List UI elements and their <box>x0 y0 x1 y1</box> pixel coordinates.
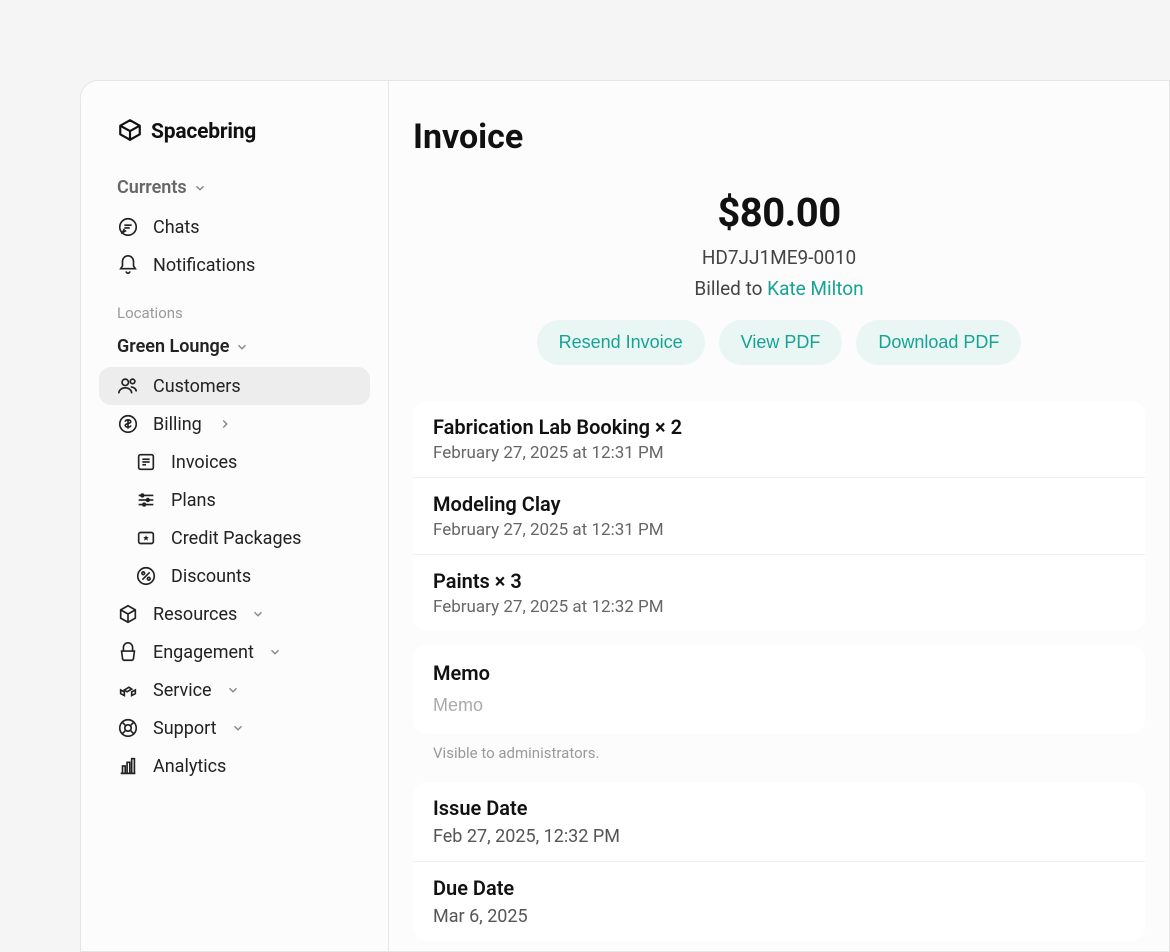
chevron-down-icon <box>251 607 265 621</box>
sidebar-section-locations: Locations <box>99 284 370 330</box>
brand: Spacebring <box>99 109 370 171</box>
sidebar-item-label: Analytics <box>153 756 226 777</box>
sidebar-item-label: Credit Packages <box>171 528 301 549</box>
line-item-timestamp: February 27, 2025 at 12:31 PM <box>433 443 1125 463</box>
view-pdf-button[interactable]: View PDF <box>719 320 843 365</box>
sidebar-item-credit-packages[interactable]: Credit Packages <box>99 519 370 557</box>
app-frame: Spacebring Currents Chats Notifications … <box>80 80 1170 952</box>
brand-name: Spacebring <box>151 120 256 144</box>
chevron-down-icon <box>235 340 249 354</box>
memo-input[interactable] <box>433 695 1125 716</box>
chevron-down-icon <box>226 683 240 697</box>
sidebar-item-label: Discounts <box>171 566 251 587</box>
line-item-timestamp: February 27, 2025 at 12:31 PM <box>433 520 1125 540</box>
sidebar-item-label: Resources <box>153 604 237 625</box>
sidebar-item-label: Support <box>153 718 217 739</box>
line-item[interactable]: Paints × 3 February 27, 2025 at 12:32 PM <box>413 555 1145 631</box>
sidebar-item-notifications[interactable]: Notifications <box>99 246 370 284</box>
chevron-right-icon <box>218 417 232 431</box>
memo-card: Memo <box>413 645 1145 734</box>
main-content: Invoice $80.00 HD7JJ1ME9-0010 Billed to … <box>389 81 1169 951</box>
plans-icon <box>135 489 157 511</box>
line-item-timestamp: February 27, 2025 at 12:32 PM <box>433 597 1125 617</box>
line-item-title: Paints × 3 <box>433 569 1125 593</box>
sidebar-item-engagement[interactable]: Engagement <box>99 633 370 671</box>
bell-icon <box>117 254 139 276</box>
sidebar-item-label: Chats <box>153 217 200 238</box>
location-switcher[interactable]: Green Lounge <box>99 330 370 367</box>
sidebar-item-service[interactable]: Service <box>99 671 370 709</box>
chevron-down-icon <box>268 645 282 659</box>
invoice-amount: $80.00 <box>413 189 1145 236</box>
issue-date-value: Feb 27, 2025, 12:32 PM <box>433 826 1125 847</box>
line-item[interactable]: Fabrication Lab Booking × 2 February 27,… <box>413 401 1145 478</box>
sidebar-item-resources[interactable]: Resources <box>99 595 370 633</box>
sidebar-item-label: Notifications <box>153 255 255 276</box>
sidebar-item-label: Billing <box>153 414 202 435</box>
support-icon <box>117 717 139 739</box>
invoice-header: $80.00 HD7JJ1ME9-0010 Billed to Kate Mil… <box>389 177 1169 387</box>
credit-packages-icon <box>135 527 157 549</box>
line-item[interactable]: Modeling Clay February 27, 2025 at 12:31… <box>413 478 1145 555</box>
due-date-value: Mar 6, 2025 <box>433 906 1125 927</box>
issue-date-row[interactable]: Issue Date Feb 27, 2025, 12:32 PM <box>413 782 1145 862</box>
sidebar-item-label: Service <box>153 680 212 701</box>
sidebar-item-label: Customers <box>153 376 241 397</box>
invoices-icon <box>135 451 157 473</box>
workspace-switcher[interactable]: Currents <box>99 171 370 208</box>
memo-hint: Visible to administrators. <box>389 734 1169 762</box>
download-pdf-button[interactable]: Download PDF <box>856 320 1021 365</box>
invoice-actions: Resend Invoice View PDF Download PDF <box>413 320 1145 365</box>
billed-to: Billed to Kate Milton <box>413 277 1145 300</box>
sidebar-item-support[interactable]: Support <box>99 709 370 747</box>
billing-icon <box>117 413 139 435</box>
analytics-icon <box>117 755 139 777</box>
dates-card: Issue Date Feb 27, 2025, 12:32 PM Due Da… <box>413 782 1145 941</box>
sidebar-item-invoices[interactable]: Invoices <box>99 443 370 481</box>
chevron-down-icon <box>231 721 245 735</box>
page-title: Invoice <box>389 111 1169 177</box>
billed-to-link[interactable]: Kate Milton <box>767 277 863 300</box>
line-item-title: Modeling Clay <box>433 492 1125 516</box>
sidebar-item-chats[interactable]: Chats <box>99 208 370 246</box>
sidebar-item-label: Invoices <box>171 452 237 473</box>
sidebar: Spacebring Currents Chats Notifications … <box>81 81 389 951</box>
brand-logo-icon <box>117 117 143 147</box>
issue-date-label: Issue Date <box>433 796 1125 820</box>
sidebar-item-label: Plans <box>171 490 216 511</box>
sidebar-item-discounts[interactable]: Discounts <box>99 557 370 595</box>
sidebar-item-analytics[interactable]: Analytics <box>99 747 370 785</box>
location-name: Green Lounge <box>117 336 229 357</box>
billed-to-label: Billed to <box>694 277 767 300</box>
due-date-label: Due Date <box>433 876 1125 900</box>
customers-icon <box>117 375 139 397</box>
line-item-title: Fabrication Lab Booking × 2 <box>433 415 1125 439</box>
due-date-row[interactable]: Due Date Mar 6, 2025 <box>413 862 1145 941</box>
invoice-id: HD7JJ1ME9-0010 <box>413 246 1145 269</box>
discounts-icon <box>135 565 157 587</box>
sidebar-item-label: Engagement <box>153 642 254 663</box>
payment-section-label: Payment <box>389 941 1169 951</box>
chevron-down-icon <box>193 181 207 195</box>
sidebar-item-customers[interactable]: Customers <box>99 367 370 405</box>
sidebar-item-plans[interactable]: Plans <box>99 481 370 519</box>
resend-invoice-button[interactable]: Resend Invoice <box>537 320 705 365</box>
sidebar-item-billing[interactable]: Billing <box>99 405 370 443</box>
memo-label: Memo <box>433 661 1125 685</box>
service-icon <box>117 679 139 701</box>
engagement-icon <box>117 641 139 663</box>
resources-icon <box>117 603 139 625</box>
chat-icon <box>117 216 139 238</box>
line-items-card: Fabrication Lab Booking × 2 February 27,… <box>413 401 1145 631</box>
workspace-name: Currents <box>117 177 187 198</box>
